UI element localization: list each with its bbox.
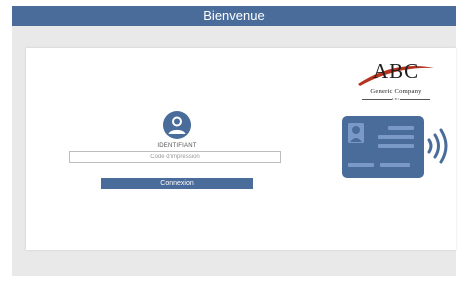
- login-card: IDENTIFIANT Connexion ABC Generic Compan…: [26, 48, 456, 250]
- identifier-label: IDENTIFIANT: [157, 143, 197, 149]
- user-icon: [163, 111, 191, 139]
- contactless-badge-icon: [342, 116, 448, 178]
- logo-divider-right: [400, 99, 430, 100]
- login-window: Bienvenue IDENTIFIANT Connexion ABC Gene…: [12, 6, 456, 276]
- window-title: Bienvenue: [12, 6, 456, 26]
- print-code-input[interactable]: [69, 151, 281, 163]
- logo-mark: ABC: [372, 59, 420, 83]
- login-button[interactable]: Connexion: [101, 178, 253, 189]
- logo-company-name: Generic Company: [370, 88, 422, 95]
- company-logo: ABC Generic Company ABC: [348, 58, 444, 106]
